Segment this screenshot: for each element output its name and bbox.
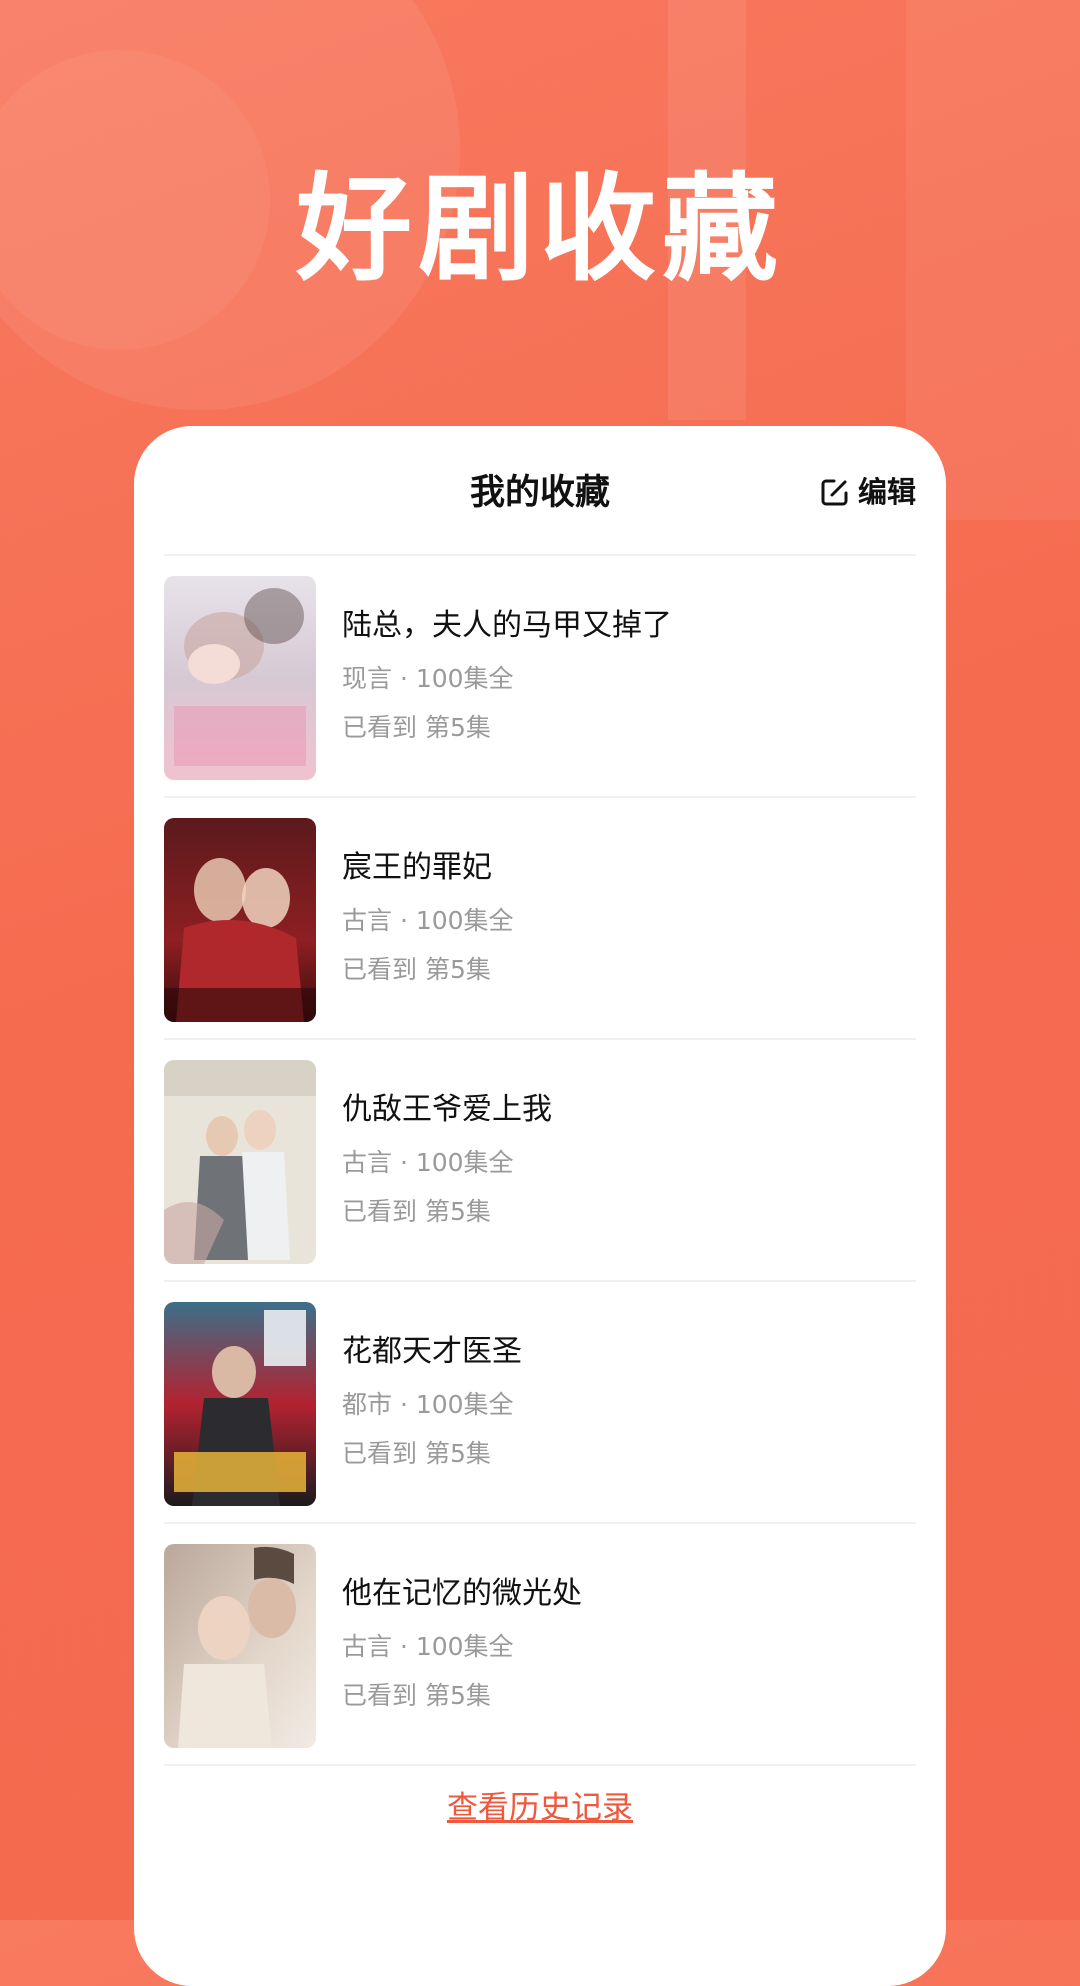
list-item[interactable]: 陆总，夫人的马甲又掉了 现言 · 100集全 已看到 第5集 (164, 556, 916, 798)
card-title: 我的收藏 (469, 473, 610, 513)
item-title: 花都天才医圣 (342, 1334, 522, 1369)
history-link-row: 查看历史记录 (134, 1788, 946, 1828)
list-item[interactable]: 宸王的罪妃 古言 · 100集全 已看到 第5集 (164, 798, 916, 1040)
item-progress: 已看到 第5集 (342, 1439, 491, 1468)
list-item[interactable]: 他在记忆的微光处 古言 · 100集全 已看到 第5集 (164, 1524, 916, 1766)
item-meta: 古言 · 100集全 (342, 1632, 514, 1661)
edit-icon (821, 479, 848, 506)
item-meta: 都市 · 100集全 (342, 1390, 514, 1419)
view-history-link[interactable]: 查看历史记录 (447, 1790, 633, 1826)
poster-image (164, 818, 316, 1022)
item-title: 仇敌王爷爱上我 (342, 1092, 552, 1127)
item-title: 他在记忆的微光处 (342, 1576, 582, 1611)
item-progress: 已看到 第5集 (342, 1197, 491, 1226)
item-meta: 古言 · 100集全 (342, 906, 514, 935)
favorites-card: 我的收藏 编辑 陆总，夫人的马甲又掉了 现言 · 100集全 已看到 第5集 宸… (134, 426, 946, 1986)
edit-label: 编辑 (857, 475, 916, 509)
poster-image (164, 1302, 316, 1506)
item-meta: 古言 · 100集全 (342, 1148, 514, 1177)
item-title: 陆总，夫人的马甲又掉了 (342, 608, 672, 643)
poster-image (164, 1544, 316, 1748)
item-title: 宸王的罪妃 (342, 850, 492, 885)
item-progress: 已看到 第5集 (342, 713, 491, 742)
item-meta: 现言 · 100集全 (342, 664, 514, 693)
list-item[interactable]: 花都天才医圣 都市 · 100集全 已看到 第5集 (164, 1282, 916, 1524)
card-header: 我的收藏 编辑 (164, 426, 916, 556)
poster-image (164, 576, 316, 780)
list-item[interactable]: 仇敌王爷爱上我 古言 · 100集全 已看到 第5集 (164, 1040, 916, 1282)
poster-image (164, 1060, 316, 1264)
item-progress: 已看到 第5集 (342, 955, 491, 984)
edit-button[interactable]: 编辑 (820, 474, 916, 510)
item-progress: 已看到 第5集 (342, 1681, 491, 1710)
page-headline: 好剧收藏 (296, 162, 784, 297)
